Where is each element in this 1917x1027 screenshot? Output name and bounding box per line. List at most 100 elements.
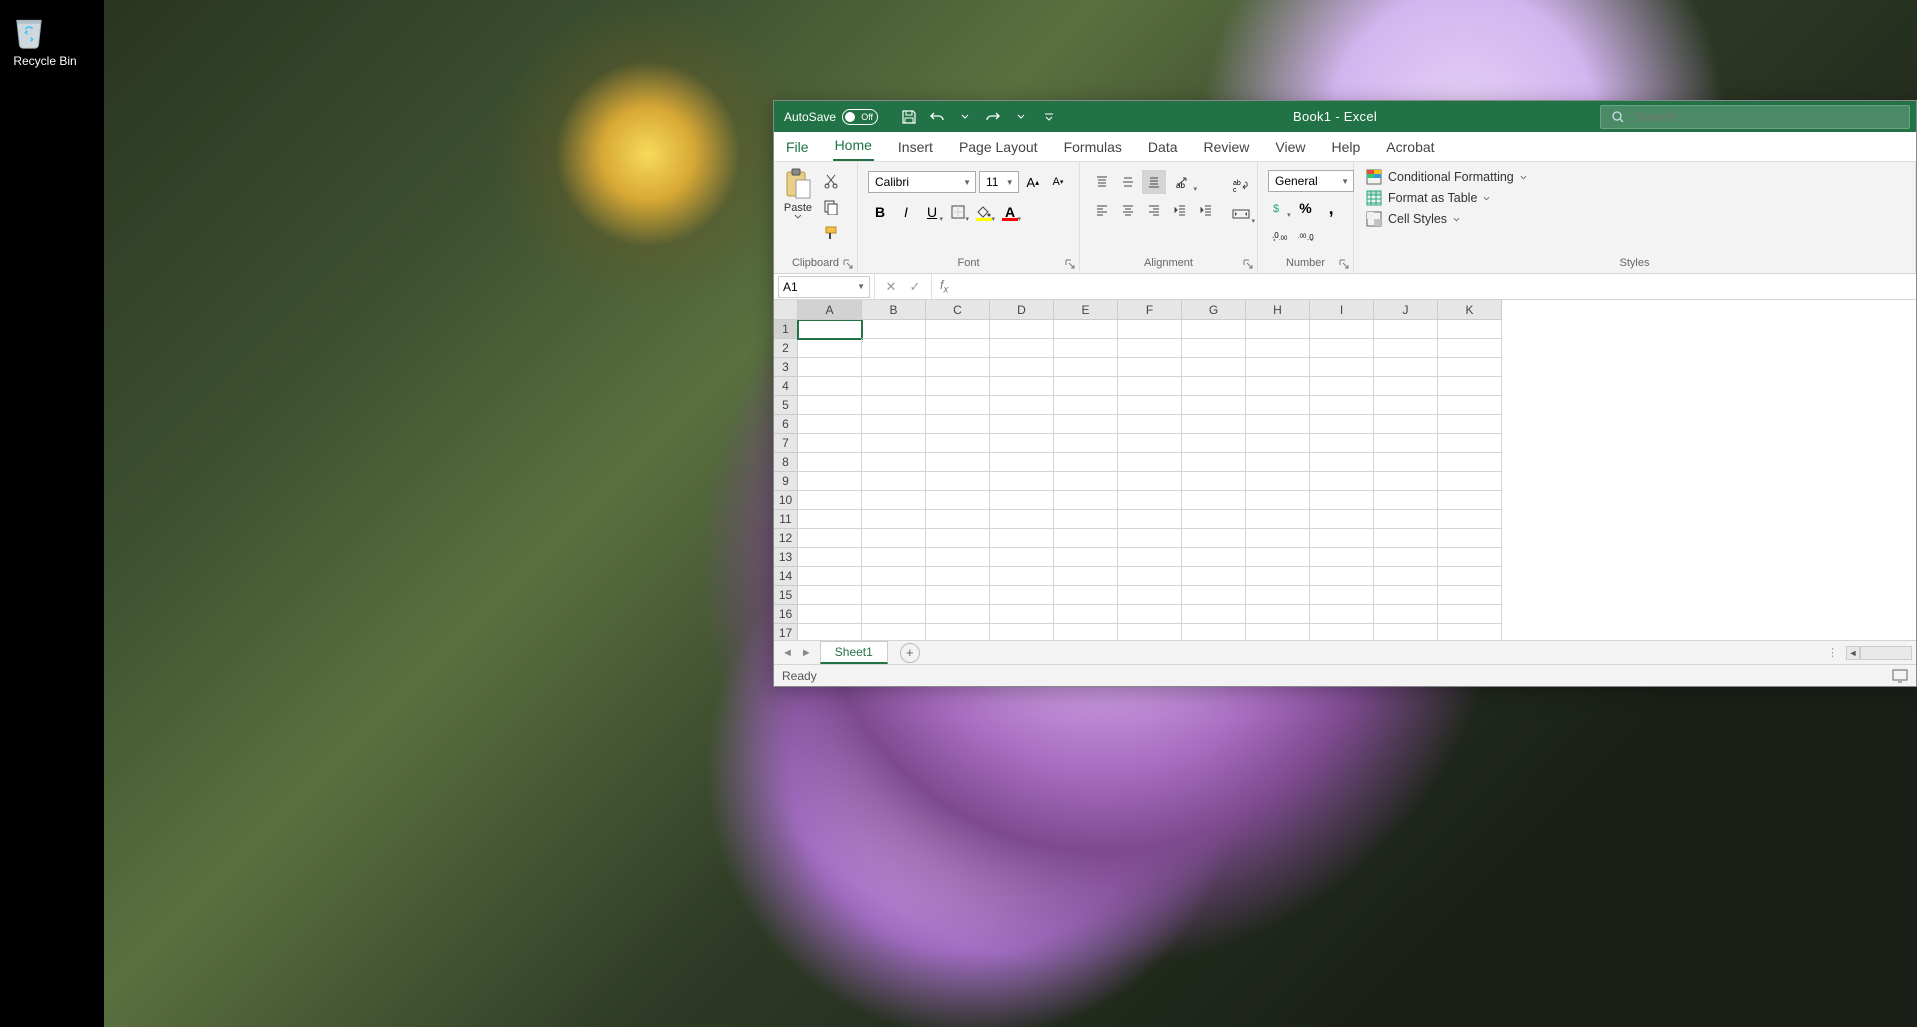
cells-area[interactable] bbox=[798, 320, 1916, 640]
display-settings-icon[interactable] bbox=[1892, 669, 1908, 683]
row-header[interactable]: 1 bbox=[774, 320, 798, 339]
cell[interactable] bbox=[862, 586, 926, 605]
sheet-nav-prev[interactable]: ◄ bbox=[782, 647, 793, 659]
cell[interactable] bbox=[1246, 377, 1310, 396]
increase-decimal-button[interactable]: .0.00 bbox=[1268, 224, 1292, 248]
cell[interactable] bbox=[1310, 472, 1374, 491]
cell[interactable] bbox=[1374, 339, 1438, 358]
percent-button[interactable]: % bbox=[1294, 196, 1318, 220]
merge-center-button[interactable]: ▾ bbox=[1226, 202, 1256, 226]
cell[interactable] bbox=[1374, 396, 1438, 415]
cell[interactable] bbox=[1246, 472, 1310, 491]
cell[interactable] bbox=[1310, 548, 1374, 567]
fx-icon[interactable]: fx bbox=[932, 278, 956, 295]
column-header[interactable]: D bbox=[990, 300, 1054, 320]
cell[interactable] bbox=[990, 567, 1054, 586]
search-box[interactable] bbox=[1600, 105, 1910, 129]
tab-home[interactable]: Home bbox=[833, 133, 874, 161]
cell[interactable] bbox=[926, 339, 990, 358]
cell[interactable] bbox=[798, 453, 862, 472]
cell[interactable] bbox=[926, 567, 990, 586]
cell[interactable] bbox=[990, 548, 1054, 567]
cell[interactable] bbox=[1182, 453, 1246, 472]
cell[interactable] bbox=[1438, 434, 1502, 453]
decrease-indent-button[interactable] bbox=[1168, 198, 1192, 222]
paste-button[interactable]: Paste bbox=[780, 166, 816, 221]
cell[interactable] bbox=[1310, 339, 1374, 358]
cell[interactable] bbox=[862, 491, 926, 510]
cell[interactable] bbox=[798, 434, 862, 453]
cell[interactable] bbox=[990, 415, 1054, 434]
cell[interactable] bbox=[1374, 529, 1438, 548]
cell[interactable] bbox=[1054, 472, 1118, 491]
cell[interactable] bbox=[1182, 377, 1246, 396]
cell[interactable] bbox=[1182, 605, 1246, 624]
cell[interactable] bbox=[1054, 529, 1118, 548]
cell[interactable] bbox=[1438, 320, 1502, 339]
increase-indent-button[interactable] bbox=[1194, 198, 1218, 222]
cell[interactable] bbox=[1374, 567, 1438, 586]
cell[interactable] bbox=[926, 453, 990, 472]
cell[interactable] bbox=[1118, 320, 1182, 339]
comma-button[interactable]: , bbox=[1319, 196, 1343, 220]
row-header[interactable]: 3 bbox=[774, 358, 798, 377]
cell[interactable] bbox=[1438, 548, 1502, 567]
align-bottom-button[interactable] bbox=[1142, 170, 1166, 194]
cell[interactable] bbox=[926, 320, 990, 339]
tab-view[interactable]: View bbox=[1273, 135, 1307, 161]
cell[interactable] bbox=[990, 434, 1054, 453]
undo-button[interactable] bbox=[924, 105, 950, 129]
cell[interactable] bbox=[798, 548, 862, 567]
cell[interactable] bbox=[1310, 567, 1374, 586]
number-format-combo[interactable]: General▼ bbox=[1268, 170, 1354, 192]
column-header[interactable]: J bbox=[1374, 300, 1438, 320]
cell[interactable] bbox=[1246, 567, 1310, 586]
cell[interactable] bbox=[798, 624, 862, 640]
cell[interactable] bbox=[1374, 491, 1438, 510]
cell[interactable] bbox=[1438, 510, 1502, 529]
row-header[interactable]: 8 bbox=[774, 453, 798, 472]
number-dialog-launcher[interactable] bbox=[1338, 258, 1350, 270]
row-header[interactable]: 15 bbox=[774, 586, 798, 605]
copy-button[interactable] bbox=[820, 196, 842, 218]
cell[interactable] bbox=[1438, 586, 1502, 605]
cell[interactable] bbox=[798, 358, 862, 377]
cell[interactable] bbox=[1182, 510, 1246, 529]
accounting-format-button[interactable]: $▾ bbox=[1268, 196, 1292, 220]
format-as-table-button[interactable]: Format as Table bbox=[1364, 189, 1905, 207]
cell[interactable] bbox=[798, 491, 862, 510]
cell[interactable] bbox=[798, 529, 862, 548]
clipboard-dialog-launcher[interactable] bbox=[842, 258, 854, 270]
cell[interactable] bbox=[1054, 320, 1118, 339]
cell[interactable] bbox=[990, 586, 1054, 605]
row-header[interactable]: 4 bbox=[774, 377, 798, 396]
row-header[interactable]: 14 bbox=[774, 567, 798, 586]
bold-button[interactable]: B bbox=[868, 200, 892, 224]
cell[interactable] bbox=[798, 605, 862, 624]
recycle-bin-icon[interactable]: Recycle Bin bbox=[8, 8, 82, 68]
increase-font-button[interactable]: A▴ bbox=[1022, 170, 1044, 194]
cell[interactable] bbox=[1438, 415, 1502, 434]
tab-help[interactable]: Help bbox=[1330, 135, 1363, 161]
hscroll-left[interactable]: ◄ bbox=[1846, 646, 1860, 660]
cell[interactable] bbox=[990, 358, 1054, 377]
tab-data[interactable]: Data bbox=[1146, 135, 1180, 161]
cell[interactable] bbox=[926, 396, 990, 415]
cell[interactable] bbox=[1374, 510, 1438, 529]
cell[interactable] bbox=[1118, 567, 1182, 586]
cell[interactable] bbox=[926, 605, 990, 624]
cut-button[interactable] bbox=[820, 170, 842, 192]
cell[interactable] bbox=[1310, 434, 1374, 453]
cell[interactable] bbox=[1182, 491, 1246, 510]
cell[interactable] bbox=[1310, 491, 1374, 510]
cell[interactable] bbox=[1374, 472, 1438, 491]
cell[interactable] bbox=[1374, 586, 1438, 605]
cell[interactable] bbox=[862, 396, 926, 415]
cell[interactable] bbox=[1246, 434, 1310, 453]
cell[interactable] bbox=[926, 491, 990, 510]
cell[interactable] bbox=[1182, 415, 1246, 434]
hscroll-track[interactable] bbox=[1860, 646, 1912, 660]
cell[interactable] bbox=[1246, 529, 1310, 548]
column-header[interactable]: B bbox=[862, 300, 926, 320]
add-sheet-button[interactable]: + bbox=[900, 643, 920, 663]
